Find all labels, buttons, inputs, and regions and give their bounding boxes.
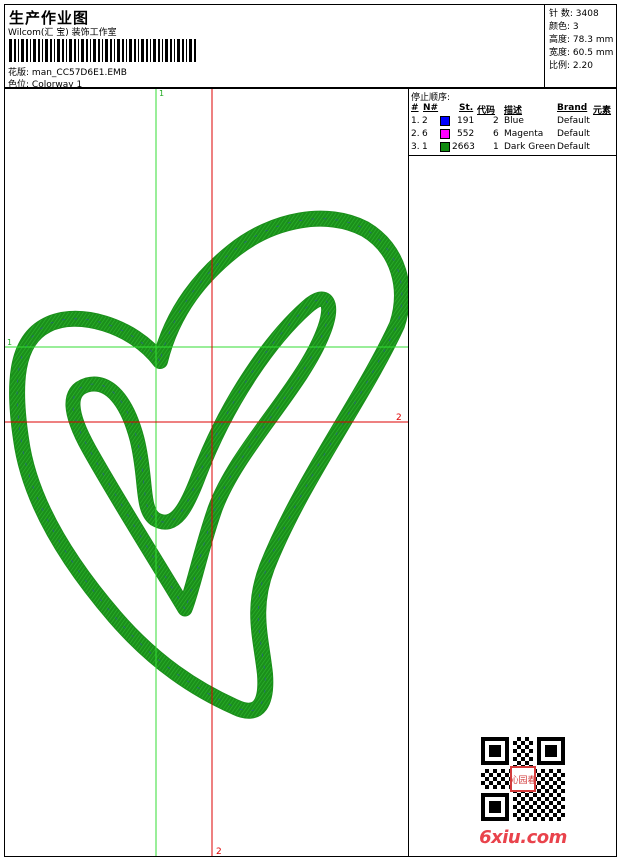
stop-sequence-title: 停止顺序: xyxy=(411,93,451,103)
stop-description: Dark Green xyxy=(504,142,556,152)
col-header-n: N# xyxy=(423,103,439,113)
color-swatch xyxy=(440,142,450,152)
watermark: 沁园春 6xiu.com xyxy=(475,735,571,851)
stop-index: 3. xyxy=(411,142,420,152)
design-canvas: 1 1 2 2 xyxy=(5,89,408,856)
col-header-desc: 描述 xyxy=(504,106,523,116)
col-header-code: 代码 xyxy=(477,106,496,116)
design-preview: 1 1 2 2 xyxy=(4,88,409,857)
stop-stitches: 2663 xyxy=(452,142,475,152)
stop-brand: Default xyxy=(557,116,590,126)
watermark-brand: 6xiu.com xyxy=(479,827,567,848)
stat-value: 2.20 xyxy=(572,61,593,71)
stop-needle: 2 xyxy=(422,116,428,126)
qr-code: 沁园春 xyxy=(481,737,565,821)
company-name: Wilcom(汇 宝) 装饰工作室 xyxy=(8,28,117,38)
stat-value: 60.5 mm xyxy=(572,48,614,58)
stat-value: 78.3 mm xyxy=(572,35,614,45)
qr-seal-text: 沁园春 xyxy=(509,774,536,786)
stop-table-divider xyxy=(409,155,616,156)
stop-row: 2. 6 552 6 Magenta Default xyxy=(409,129,616,142)
stop-description: Magenta xyxy=(504,129,544,139)
stop-code: 6 xyxy=(493,129,499,139)
stat-label: 宽度: xyxy=(549,48,571,58)
col-header-num: # xyxy=(411,103,419,113)
stop-row: 3. 1 2663 1 Dark Green Default xyxy=(409,142,616,155)
stat-label: 颜色: xyxy=(549,22,571,32)
stat-value: 3408 xyxy=(575,9,599,19)
red-h-guide-label: 2 xyxy=(396,413,402,423)
stat-height: 高度: 78.3 mm xyxy=(549,32,613,45)
stop-needle: 1 xyxy=(422,142,428,152)
col-header-brand: Brand xyxy=(557,103,588,113)
stat-label: 针 数: xyxy=(549,9,573,19)
stat-colors: 颜色: 3 xyxy=(549,19,579,32)
stop-brand: Default xyxy=(557,129,590,139)
red-v-guide-label: 2 xyxy=(216,847,222,856)
stat-width: 宽度: 60.5 mm xyxy=(549,45,613,58)
stat-stitches: 针 数: 3408 xyxy=(549,6,599,19)
green-v-guide-label: 1 xyxy=(159,89,164,98)
stop-row: 1. 2 191 2 Blue Default xyxy=(409,116,616,129)
stop-description: Blue xyxy=(504,116,524,126)
stop-index: 1. xyxy=(411,116,420,126)
stat-label: 高度: xyxy=(549,35,571,45)
barcode xyxy=(9,39,196,62)
stop-stitches: 552 xyxy=(457,129,475,139)
col-header-element: 元素 xyxy=(593,106,612,116)
color-swatch xyxy=(440,129,450,139)
stop-code: 2 xyxy=(493,116,499,126)
color-swatch xyxy=(440,116,450,126)
col-header-st: St. xyxy=(459,103,474,113)
stat-label: 比例: xyxy=(549,61,571,71)
stop-needle: 6 xyxy=(422,129,428,139)
stat-value: 3 xyxy=(572,22,579,32)
green-h-guide-label: 1 xyxy=(7,338,12,347)
stats-panel: 针 数: 3408 颜色: 3 高度: 78.3 mm 宽度: 60.5 mm … xyxy=(544,4,617,88)
header-panel: 生产作业图 Wilcom(汇 宝) 装饰工作室 花版: man_CC57D6E1… xyxy=(4,4,545,90)
stat-scale: 比例: 2.20 xyxy=(549,58,593,71)
stop-code: 1 xyxy=(493,142,499,152)
inner-heart-satin xyxy=(66,292,336,616)
stop-index: 2. xyxy=(411,129,420,139)
stop-stitches: 191 xyxy=(457,116,475,126)
stop-brand: Default xyxy=(557,142,590,152)
